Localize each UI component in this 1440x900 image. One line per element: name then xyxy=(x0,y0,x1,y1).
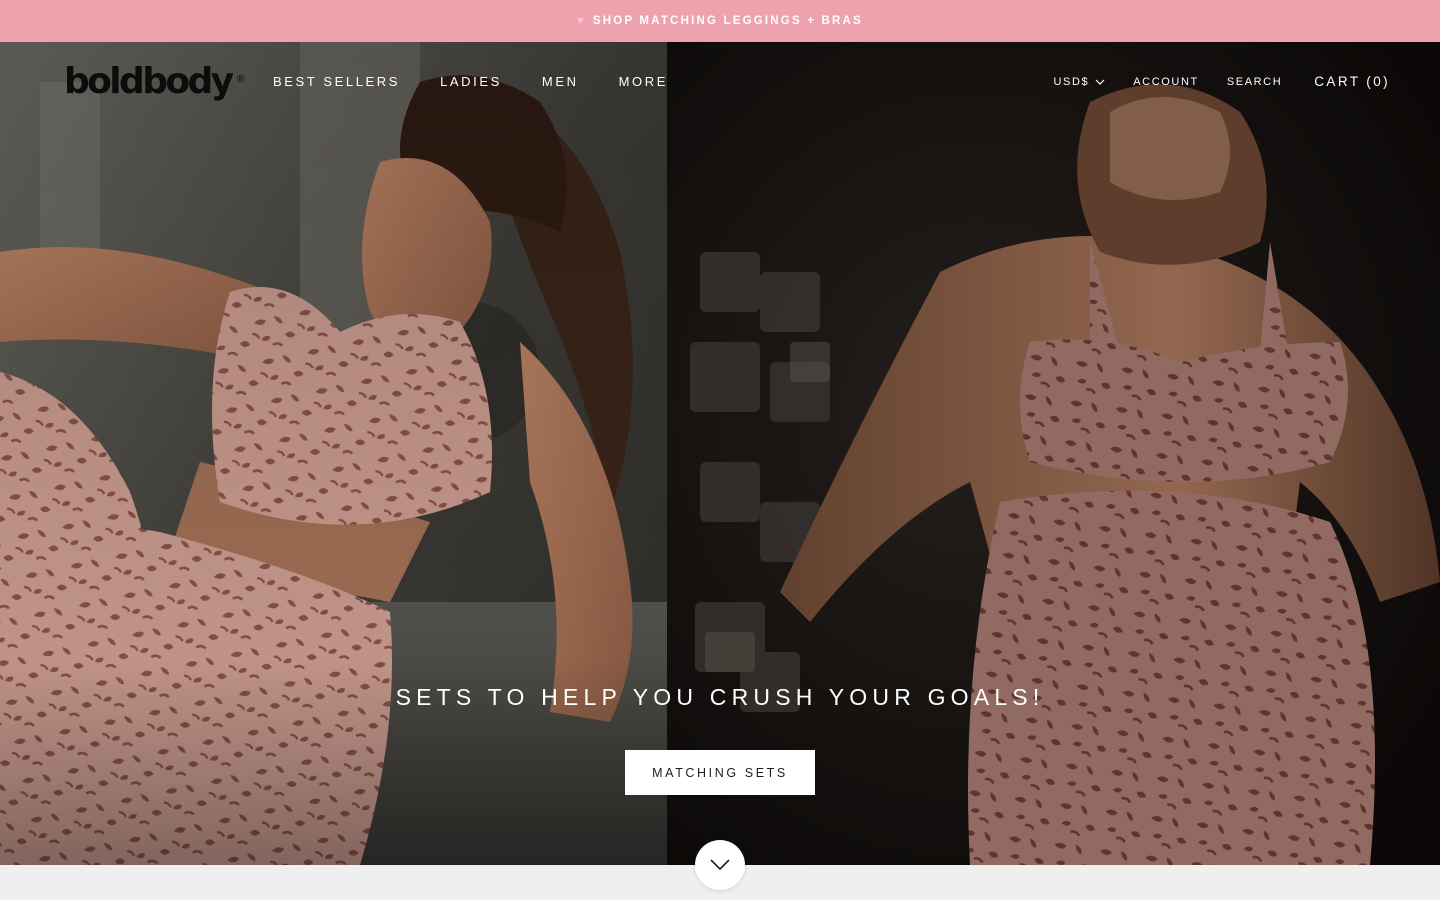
nav-item-ladies[interactable]: LADIES xyxy=(440,74,502,89)
hero-title: SETS TO HELP YOU CRUSH YOUR GOALS! xyxy=(395,684,1045,710)
currency-label: USD$ xyxy=(1053,75,1090,88)
logo-text: boldbody xyxy=(64,61,234,102)
site-header: boldbody ® BEST SELLERS LADIES MEN MORE … xyxy=(0,42,1440,124)
heart-icon: ♥ xyxy=(577,15,586,27)
main-nav: BEST SELLERS LADIES MEN MORE xyxy=(273,74,708,89)
search-link[interactable]: SEARCH xyxy=(1227,76,1282,88)
announcement-text: SHOP MATCHING LEGGINGS + BRAS xyxy=(592,15,863,27)
nav-item-best-sellers[interactable]: BEST SELLERS xyxy=(273,74,400,89)
matching-sets-button[interactable]: MATCHING SETS xyxy=(625,750,815,795)
cart-link[interactable]: CART (0) xyxy=(1314,74,1390,89)
currency-selector[interactable]: USD$ xyxy=(1053,76,1105,88)
hero-banner xyxy=(0,42,1440,865)
registered-mark: ® xyxy=(235,74,246,85)
hero-image xyxy=(0,42,1440,865)
logo[interactable]: boldbody ® xyxy=(64,60,246,104)
announcement-bar[interactable]: ♥ SHOP MATCHING LEGGINGS + BRAS xyxy=(0,0,1440,42)
chevron-down-icon xyxy=(710,859,730,871)
scroll-down-button[interactable] xyxy=(695,840,745,890)
nav-item-men[interactable]: MEN xyxy=(542,74,579,89)
nav-item-more[interactable]: MORE xyxy=(619,74,668,89)
header-utilities: USD$ ACCOUNT SEARCH CART (0) xyxy=(1053,74,1390,89)
chevron-down-icon xyxy=(1095,79,1105,85)
account-link[interactable]: ACCOUNT xyxy=(1133,76,1199,88)
